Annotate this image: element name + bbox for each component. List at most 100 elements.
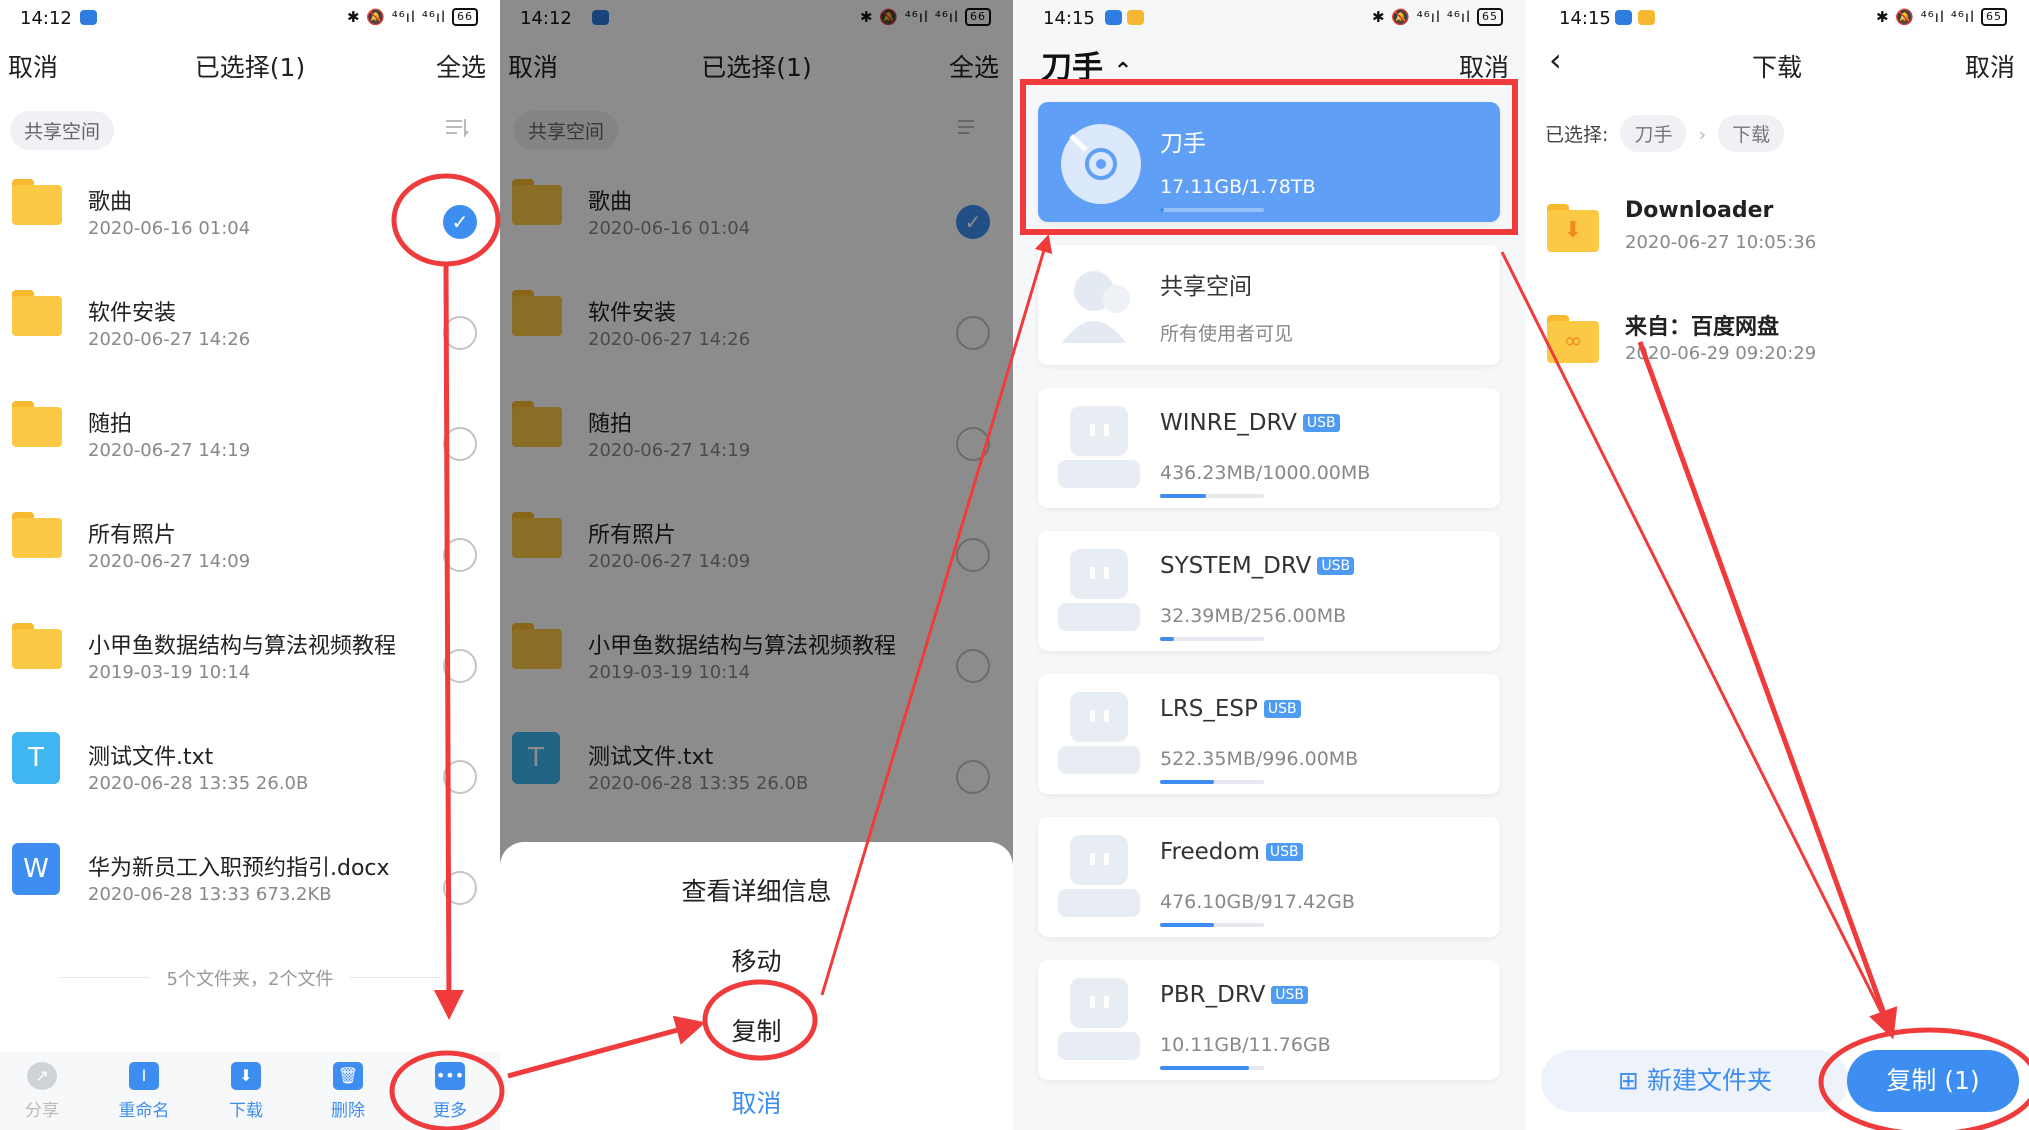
drive-name-text: PBR_DRV (1160, 982, 1266, 1008)
file-list-item[interactable]: 软件安装 2020-06-27 14:26 (0, 265, 500, 376)
drive-card[interactable]: WINRE_DRV USB 436.23MB/1000.00MB (1038, 388, 1500, 508)
current-drive-dropdown[interactable]: 刀手 ⌃ (1041, 42, 1132, 87)
select-radio[interactable] (443, 538, 477, 572)
select-radio[interactable] (443, 427, 477, 461)
drive-card[interactable]: LRS_ESP USB 522.35MB/996.00MB (1038, 674, 1500, 794)
folder-icon (12, 290, 62, 336)
file-name: 随拍 (88, 412, 133, 437)
drive-name: WINRE_DRV USB (1160, 410, 1340, 436)
file-list-item[interactable]: 所有照片 2020-06-27 14:09 (0, 487, 500, 598)
battery-icon: 65 (1477, 8, 1503, 26)
toolbar-share-button[interactable]: ↗ 分享 (2, 1062, 82, 1121)
disk-drive-icon (1061, 124, 1141, 204)
signal-icons: ✱ 🔕 ⁴⁶ıl ⁴⁶ıl (346, 8, 447, 26)
folder-icon (12, 401, 62, 447)
breadcrumb-drive[interactable]: 刀手 (1620, 115, 1687, 152)
new-folder-button[interactable]: ⊞ 新建文件夹 (1541, 1050, 1849, 1112)
chevron-up-icon: ⌃ (1113, 59, 1133, 84)
storage-usage-bar (1160, 494, 1264, 498)
drive-capacity: 10.11GB/11.76GB (1160, 1034, 1331, 1056)
users-icon (1062, 271, 1130, 343)
sort-icon[interactable] (444, 115, 470, 141)
select-radio[interactable] (443, 760, 477, 794)
folder-meta: 2020-06-27 10:05:36 (1625, 232, 1817, 253)
folder-list-item[interactable]: ∞ 来自：百度网盘 2020-06-29 09:20:29 (1525, 277, 2029, 388)
view-details-option[interactable]: 查看详细信息 (500, 872, 1013, 908)
status-bar: 14:15 ✱ 🔕 ⁴⁶ıl ⁴⁶ıl 65 (1525, 0, 2029, 38)
toolbar-download-button[interactable]: ⬇ 下载 (206, 1062, 286, 1121)
select-radio[interactable] (443, 871, 477, 905)
shared-space-chip[interactable]: 共享空间 (10, 111, 115, 150)
selection-count-title: 已选择(1) (194, 53, 306, 82)
folder-icon: ∞ (1547, 315, 1599, 363)
chevron-right-icon: › (1698, 124, 1707, 146)
file-meta: 2020-06-16 01:04 (88, 218, 251, 239)
app-notification-icon (1615, 10, 1632, 25)
file-meta: 2020-06-27 14:26 (88, 329, 251, 350)
file-list-item[interactable]: 随拍 2020-06-27 14:19 (0, 376, 500, 487)
file-list-item[interactable]: T 测试文件.txt 2020-06-28 13:35 26.0B (0, 709, 500, 820)
drive-capacity: 32.39MB/256.00MB (1160, 605, 1347, 627)
drive-card[interactable]: 共享空间 所有使用者可见 (1038, 245, 1500, 365)
current-drive-title: 刀手 (1041, 50, 1103, 86)
file-list-item[interactable]: W 华为新员工入职预约指引.docx 2020-06-28 13:33 673.2K… (0, 820, 500, 931)
drive-name-text: 共享空间 (1160, 274, 1252, 300)
bottom-toolbar: ↗ 分享 I 重命名 ⬇ 下载 🗑 删除 ••• 更多 (0, 1052, 500, 1130)
copy-confirm-button[interactable]: 复制 (1) (1847, 1050, 2019, 1112)
drive-card[interactable]: PBR_DRV USB 10.11GB/11.76GB (1038, 960, 1500, 1080)
breadcrumb-folder[interactable]: 下载 (1718, 115, 1785, 152)
status-bar: 14:15 ✱ 🔕 ⁴⁶ıl ⁴⁶ıl 65 (1013, 0, 1525, 38)
move-option[interactable]: 移动 (500, 942, 1013, 978)
word-file-icon: W (12, 843, 60, 895)
toolbar-label: 删除 (331, 1101, 365, 1121)
drive-name: Freedom USB (1160, 839, 1303, 865)
drive-name: PBR_DRV USB (1160, 982, 1309, 1008)
folder-list-item[interactable]: ⬇ Downloader 2020-06-27 10:05:36 (1525, 166, 2029, 277)
file-meta: 2019-03-19 10:14 (88, 662, 251, 683)
drive-capacity: 436.23MB/1000.00MB (1160, 462, 1371, 484)
toolbar-label: 重命名 (118, 1101, 170, 1121)
status-bar: 14:12 ✱ 🔕 ⁴⁶ıl ⁴⁶ıl 66 (0, 0, 500, 38)
item-count-summary: 5个文件夹，2个文件 (60, 965, 440, 991)
drive-name: 刀手 (1160, 124, 1206, 158)
drive-name: SYSTEM_DRV USB (1160, 553, 1355, 579)
drive-name: LRS_ESP USB (1160, 696, 1301, 722)
status-time: 14:12 (20, 8, 72, 29)
select-all-button[interactable]: 全选 (436, 48, 486, 84)
file-list-item[interactable]: 歌曲 2020-06-16 01:04 ✓ (0, 154, 500, 265)
status-time: 14:15 (1043, 8, 1095, 29)
file-list-item[interactable]: 小甲鱼数据结构与算法视频教程 2019-03-19 10:14 (0, 598, 500, 709)
status-indicators: ✱ 🔕 ⁴⁶ıl ⁴⁶ıl 66 (347, 8, 478, 26)
storage-usage-bar (1160, 923, 1264, 927)
drive-capacity: 476.10GB/917.42GB (1160, 891, 1355, 913)
storage-usage-bar (1160, 1066, 1264, 1070)
destination-folder-screen: 14:15 ✱ 🔕 ⁴⁶ıl ⁴⁶ıl 65 ‹ 下载 取消 已选择: 刀手 ›… (1525, 0, 2029, 1130)
file-name: 测试文件.txt (88, 745, 214, 770)
sheet-cancel-button[interactable]: 取消 (500, 1084, 1013, 1120)
select-radio[interactable] (443, 316, 477, 350)
copy-option[interactable]: 复制 (500, 1012, 1013, 1048)
status-indicators: ✱ 🔕 ⁴⁶ıl ⁴⁶ıl 65 (1876, 8, 2007, 26)
usb-drive-icon (1058, 549, 1140, 633)
drive-card[interactable]: Freedom USB 476.10GB/917.42GB (1038, 817, 1500, 937)
folder-badge-icon: ⬇ (1547, 210, 1599, 252)
checked-icon[interactable]: ✓ (443, 205, 477, 239)
select-radio[interactable] (443, 649, 477, 683)
drive-name-text: WINRE_DRV (1160, 410, 1297, 436)
toolbar-delete-button[interactable]: 🗑 删除 (308, 1062, 388, 1121)
new-folder-label: 新建文件夹 (1646, 1066, 1772, 1095)
drive-card[interactable]: 刀手 17.11GB/1.78TB (1038, 102, 1500, 222)
toolbar-more-button[interactable]: ••• 更多 (410, 1062, 490, 1121)
status-time: 14:15 (1559, 8, 1611, 29)
folder-title: 下载 (1751, 53, 1802, 82)
breadcrumb: 已选择: 刀手 › 下载 (1545, 115, 1785, 152)
folder-icon: ⬇ (1547, 204, 1599, 252)
cancel-button[interactable]: 取消 (1459, 48, 1509, 84)
drive-card[interactable]: SYSTEM_DRV USB 32.39MB/256.00MB (1038, 531, 1500, 651)
file-meta: 2020-06-28 13:33 673.2KB (88, 884, 332, 905)
toolbar-rename-button[interactable]: I 重命名 (104, 1062, 184, 1121)
cancel-button[interactable]: 取消 (1965, 48, 2015, 84)
storage-usage-bar (1160, 780, 1264, 784)
app-notification-icon (1105, 10, 1122, 25)
download-icon: ⬇ (231, 1062, 261, 1090)
